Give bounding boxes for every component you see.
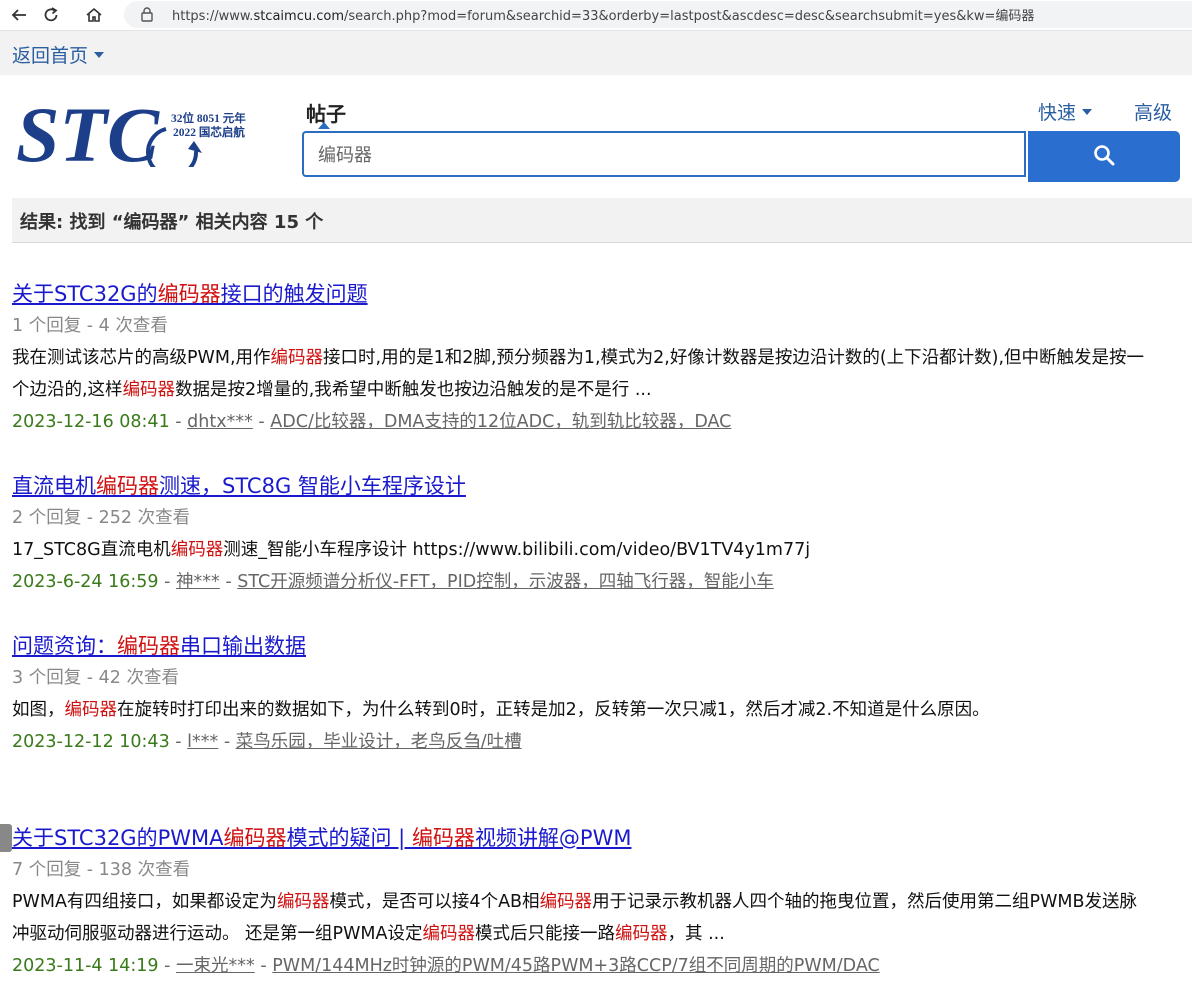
result-author-link[interactable]: 一束光*** xyxy=(176,956,255,976)
text-segment: 关于STC32G的 xyxy=(12,282,158,306)
reload-icon[interactable] xyxy=(38,2,64,28)
keyword-highlight: 编码器 xyxy=(122,380,176,400)
keyword-highlight: 编码器 xyxy=(117,634,180,658)
back-arrow-icon[interactable] xyxy=(6,2,32,28)
result-snippet: 17_STC8G直流电机编码器测速_智能小车程序设计 https://www.b… xyxy=(12,534,1152,566)
result-author-link[interactable]: 神*** xyxy=(176,572,220,592)
result-title-link[interactable]: 问题资询：编码器串口输出数据 xyxy=(12,630,1182,662)
result-stats: 3 个回复 - 42 次查看 xyxy=(12,668,179,688)
text-segment: 问题资询： xyxy=(12,634,117,658)
result-date: 2023-11-4 14:19 xyxy=(12,956,159,976)
result-snippet: PWMA有四组接口，如果都设定为编码器模式，是否可以接4个AB相编码器用于记录示… xyxy=(12,886,1152,950)
keyword-highlight: 编码器 xyxy=(170,540,224,560)
result-meta: 2023-11-4 14:19 - 一束光*** - PWM/144MHz时钟源… xyxy=(12,956,880,976)
text-segment: 数据是按2增量的,我希望中断触发也按边沿触发的是不是行 ... xyxy=(175,380,652,400)
keyword-highlight: 编码器 xyxy=(223,826,287,850)
result-item: 关于STC32G的PWMA编码器模式的疑问 | 编码器视频讲解@PWM 7 个回… xyxy=(12,822,1182,982)
result-forum-link[interactable]: STC开源频谱分析仪-FFT，PID控制，示波器，四轴飞行器，智能小车 xyxy=(237,572,774,592)
keyword-highlight: 编码器 xyxy=(270,348,324,368)
stc-logo[interactable]: STC 32位 8051 元年 2022 国芯启航 xyxy=(16,91,246,179)
text-segment: 在旋转时打印出来的数据如下，为什么转到0时，正转是加2，反转第一次只减1，然后才… xyxy=(117,700,990,720)
keyword-highlight: 编码器 xyxy=(64,700,118,720)
quick-search-menu[interactable]: 快速 xyxy=(1038,98,1093,125)
result-summary: 结果: 找到 “编码器” 相关内容 15 个 xyxy=(20,212,324,233)
result-date: 2023-6-24 16:59 xyxy=(12,572,159,592)
result-author-link[interactable]: dhtx*** xyxy=(187,412,253,432)
result-stats: 7 个回复 - 138 次查看 xyxy=(12,860,191,880)
result-item: 问题资询：编码器串口输出数据 3 个回复 - 42 次查看 如图，编码器在旋转时… xyxy=(12,630,1182,758)
search-button[interactable] xyxy=(1028,131,1180,182)
url-host: stcaimcu.com xyxy=(253,9,344,24)
text-segment: 接口的触发问题 xyxy=(220,282,368,306)
back-home-menu[interactable]: 返回首页 xyxy=(12,41,105,68)
text-segment: ，其 ... xyxy=(667,924,725,944)
chevron-down-icon xyxy=(94,51,105,58)
text-segment: 测速_智能小车程序设计 https://www.bilibili.com/vid… xyxy=(223,540,811,560)
text-segment: 模式后只能接一路 xyxy=(475,924,615,944)
result-stats: 1 个回复 - 4 次查看 xyxy=(12,316,168,336)
search-input[interactable] xyxy=(302,131,1026,177)
text-segment: 测速，STC8G 智能小车程序设计 xyxy=(159,474,466,498)
result-snippet: 我在测试该芯片的高级PWM,用作编码器接口时,用的是1和2脚,预分频器为1,模式… xyxy=(12,342,1152,406)
text-segment: 关于STC32G的PWMA xyxy=(12,826,224,850)
result-title-link[interactable]: 关于STC32G的PWMA编码器模式的疑问 | 编码器视频讲解@PWM xyxy=(12,822,1182,854)
keyword-highlight: 编码器 xyxy=(157,282,221,306)
back-home-label: 返回首页 xyxy=(12,45,89,67)
text-segment: 模式的疑问 | xyxy=(286,826,412,850)
keyword-highlight: 编码器 xyxy=(422,924,476,944)
logo-line1: 32位 8051 元年 xyxy=(171,111,246,125)
result-item: 直流电机编码器测速，STC8G 智能小车程序设计 2 个回复 - 252 次查看… xyxy=(12,470,1182,598)
text-segment: 视频讲解@PWM xyxy=(474,826,632,850)
chevron-down-icon xyxy=(1082,108,1093,115)
result-forum-link[interactable]: PWM/144MHz时钟源的PWM/45路PWM+3路CCP/7组不同周期的PW… xyxy=(272,956,880,976)
url-text: https://www.stcaimcu.com/search.php?mod=… xyxy=(172,5,1034,24)
result-item: 关于STC32G的编码器接口的触发问题 1 个回复 - 4 次查看 我在测试该芯… xyxy=(12,278,1182,438)
home-icon[interactable] xyxy=(81,2,107,28)
keyword-highlight: 编码器 xyxy=(96,474,159,498)
logo-line2: 2022 国芯启航 xyxy=(173,125,245,139)
result-date: 2023-12-12 10:43 xyxy=(12,732,170,752)
result-title-link[interactable]: 直流电机编码器测速，STC8G 智能小车程序设计 xyxy=(12,470,1182,502)
text-segment: 串口输出数据 xyxy=(180,634,306,658)
keyword-highlight: 编码器 xyxy=(411,826,475,850)
advanced-search-link[interactable]: 高级 xyxy=(1134,98,1172,125)
result-author-link[interactable]: l*** xyxy=(187,732,218,752)
text-segment: 直流电机 xyxy=(12,474,96,498)
logo-brand: STC xyxy=(16,95,160,167)
side-panel-handle[interactable] xyxy=(0,824,12,852)
url-prefix: https://www. xyxy=(172,9,254,24)
result-stats: 2 个回复 - 252 次查看 xyxy=(12,508,191,528)
text-segment: PWMA有四组接口，如果都设定为 xyxy=(12,892,277,912)
result-meta: 2023-12-16 08:41 - dhtx*** - ADC/比较器，DMA… xyxy=(12,412,732,432)
search-icon xyxy=(1093,144,1115,170)
text-segment: 我在测试该芯片的高级PWM,用作 xyxy=(12,348,271,368)
result-meta: 2023-6-24 16:59 - 神*** - STC开源频谱分析仪-FFT，… xyxy=(12,572,774,592)
quick-search-label: 快速 xyxy=(1038,102,1077,124)
result-meta: 2023-12-12 10:43 - l*** - 菜鸟乐园，毕业设计，老鸟反刍… xyxy=(12,732,522,752)
result-forum-link[interactable]: 菜鸟乐园，毕业设计，老鸟反刍/吐槽 xyxy=(236,732,522,752)
text-segment: 模式，是否可以接4个AB相 xyxy=(329,892,540,912)
url-path: /search.php?mod=forum&searchid=33&orderb… xyxy=(343,9,1035,24)
keyword-highlight: 编码器 xyxy=(615,924,668,944)
top-nav: 返回首页 xyxy=(0,31,1192,75)
address-bar[interactable]: https://www.stcaimcu.com/search.php?mod=… xyxy=(124,1,1192,28)
lock-icon[interactable] xyxy=(140,7,154,26)
result-date: 2023-12-16 08:41 xyxy=(12,412,170,432)
result-snippet: 如图，编码器在旋转时打印出来的数据如下，为什么转到0时，正转是加2，反转第一次只… xyxy=(12,694,1152,726)
result-title-link[interactable]: 关于STC32G的编码器接口的触发问题 xyxy=(12,278,1182,310)
result-summary-bar: 结果: 找到 “编码器” 相关内容 15 个 xyxy=(12,198,1192,243)
text-segment: 如图， xyxy=(12,700,65,720)
browser-toolbar: https://www.stcaimcu.com/search.php?mod=… xyxy=(0,0,1192,31)
result-forum-link[interactable]: ADC/比较器，DMA支持的12位ADC，轨到轨比较器，DAC xyxy=(270,412,731,432)
caret-up-icon xyxy=(318,122,330,129)
keyword-highlight: 编码器 xyxy=(276,892,330,912)
keyword-highlight: 编码器 xyxy=(539,892,593,912)
text-segment: 17_STC8G直流电机 xyxy=(12,540,171,560)
